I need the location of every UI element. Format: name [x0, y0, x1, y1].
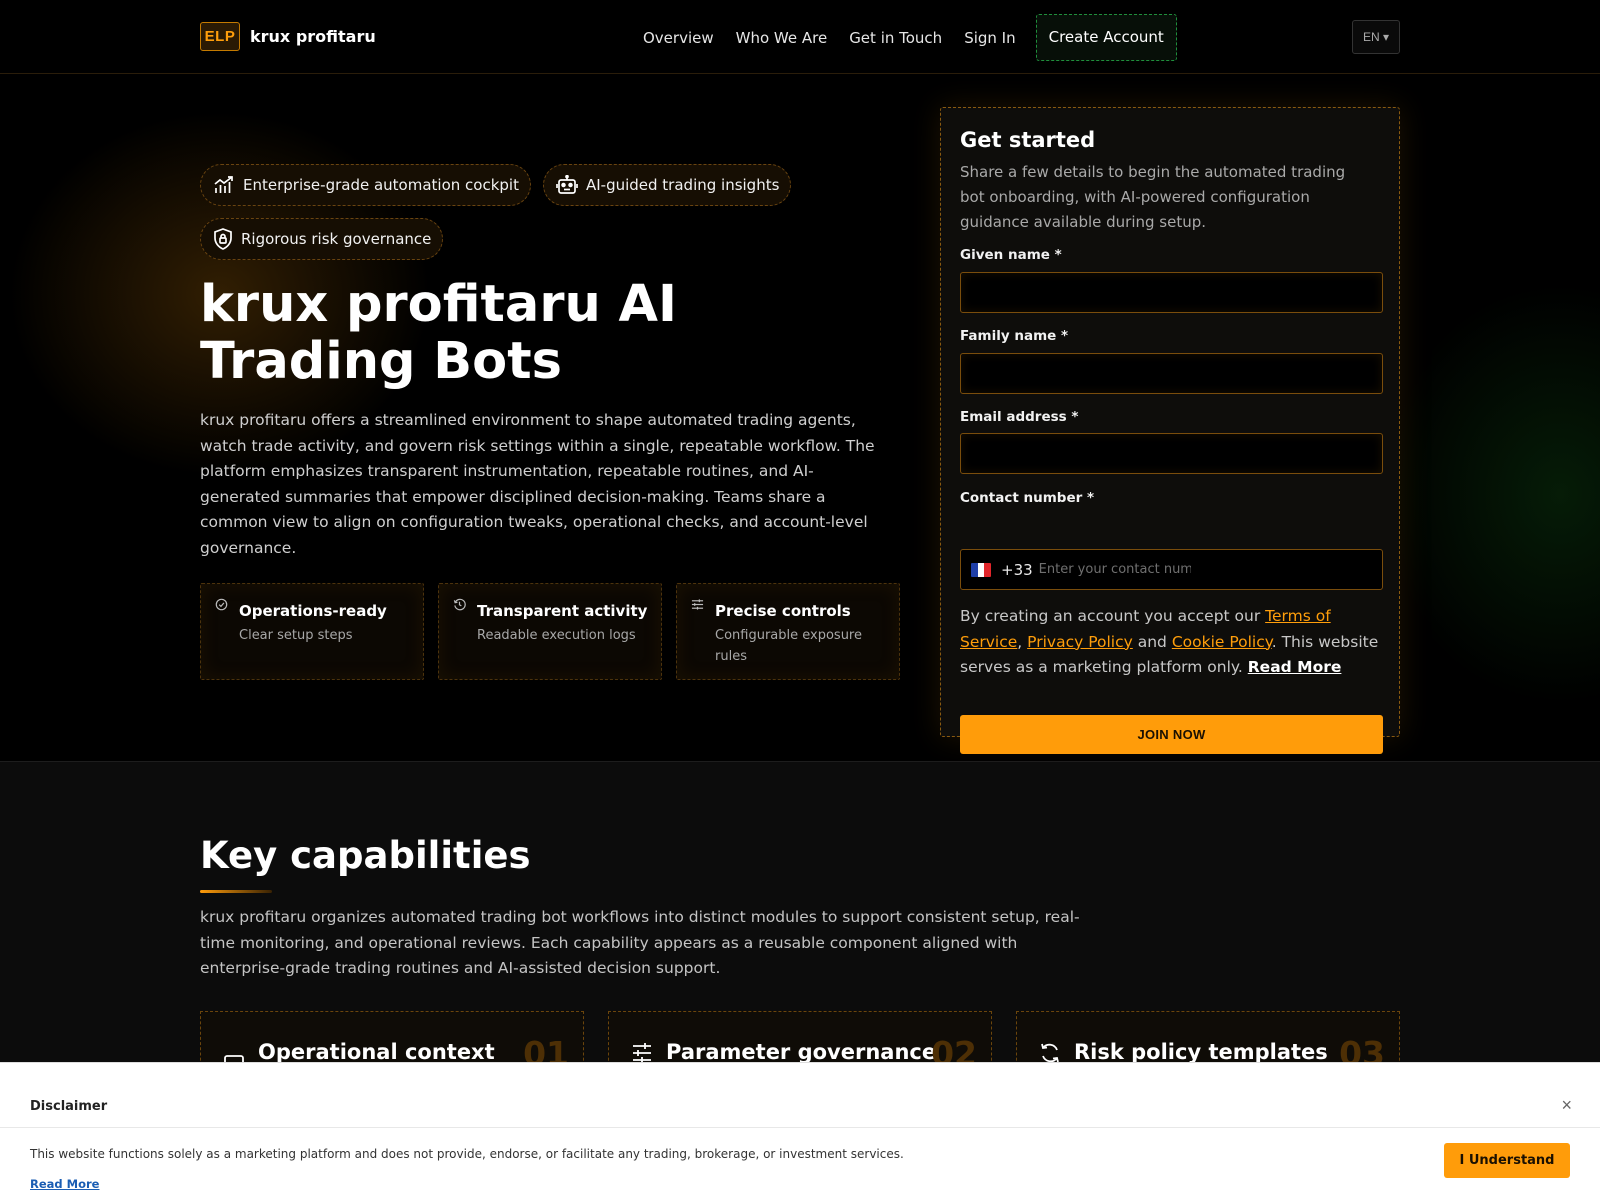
close-icon[interactable]: × — [1561, 1095, 1572, 1115]
feature-title: Operations-ready — [239, 602, 387, 620]
email-label: Email address * — [960, 409, 1079, 425]
nav-get-in-touch[interactable]: Get in Touch — [838, 15, 953, 61]
pill-automation: Enterprise-grade automation cockpit — [200, 164, 531, 206]
nav-who-we-are[interactable]: Who We Are — [725, 15, 839, 61]
given-name-input[interactable] — [960, 272, 1383, 313]
shield-lock-icon — [213, 228, 233, 250]
feature-transparent-activity: Transparent activity Readable execution … — [438, 583, 662, 680]
capability-title: Parameter governance — [666, 1040, 937, 1064]
join-now-button[interactable]: JOIN NOW — [960, 715, 1383, 754]
feature-title: Transparent activity — [477, 602, 648, 620]
form-title: Get started — [960, 128, 1096, 152]
disclaimer-text: This website functions solely as a marke… — [30, 1147, 904, 1161]
feature-operations-ready: Operations-ready Clear setup steps — [200, 583, 424, 680]
terms-separator: and — [1132, 632, 1172, 651]
hero-pills: Enterprise-grade automation cockpit AI-g… — [200, 164, 800, 260]
pill-ai-insights-label: AI-guided trading insights — [585, 176, 780, 194]
disclaimer-header: Disclaimer × — [0, 1085, 1600, 1128]
given-name-label: Given name * — [960, 247, 1062, 263]
email-input[interactable] — [960, 433, 1383, 474]
feature-precise-controls: Precise controls Configurable exposure r… — [676, 583, 900, 680]
feature-title: Precise controls — [715, 602, 851, 620]
hero-description: krux profitaru offers a streamlined envi… — [200, 411, 875, 557]
logo[interactable]: ELP krux profitaru — [200, 22, 376, 51]
disclaimer-read-more-link[interactable]: Read More — [30, 1177, 99, 1191]
contact-number-input[interactable] — [1038, 554, 1191, 585]
capabilities-title: Key capabilities — [200, 834, 531, 877]
feature-subtitle: Configurable exposure rules — [715, 628, 862, 664]
sliders-icon — [631, 1042, 653, 1064]
header-inner: ELP krux profitaru Overview Who We Are G… — [200, 0, 1400, 74]
family-name-label: Family name * — [960, 328, 1069, 344]
cookie-policy-link[interactable]: Cookie Policy — [1172, 633, 1272, 651]
feature-cards: Operations-ready Clear setup steps Trans… — [200, 583, 900, 680]
brand-name: krux profitaru — [250, 27, 376, 46]
site-header: ELP krux profitaru Overview Who We Are G… — [0, 0, 1600, 74]
create-account-button[interactable]: Create Account — [1035, 14, 1177, 61]
disclaimer-title: Disclaimer — [30, 1099, 108, 1114]
feature-subtitle: Readable execution logs — [477, 628, 636, 643]
history-icon — [453, 598, 466, 611]
nav-sign-in[interactable]: Sign In — [953, 15, 1026, 61]
disclaimer-banner: Disclaimer × This website functions sole… — [0, 1062, 1600, 1200]
i-understand-button[interactable]: I Understand — [1444, 1143, 1570, 1178]
language-selector[interactable]: EN ▾ — [1352, 20, 1400, 54]
contact-number-label: Contact number * — [960, 490, 1095, 506]
terms-text: By creating an account you accept our Te… — [960, 604, 1380, 681]
capability-title: Risk policy templates — [1074, 1040, 1328, 1064]
capabilities-description: krux profitaru organizes automated tradi… — [200, 908, 1080, 977]
chart-growth-icon — [213, 175, 235, 195]
capability-title: Operational context — [258, 1040, 495, 1064]
form-description: Share a few details to begin the automat… — [960, 163, 1346, 231]
robot-icon — [556, 175, 578, 195]
signup-form: Get started Share a few details to begin… — [940, 107, 1400, 754]
capabilities-section: Key capabilities krux profitaru organize… — [0, 762, 1600, 1071]
terms-prefix: By creating an account you accept our — [960, 607, 1266, 625]
terms-separator: , — [1017, 632, 1028, 651]
main-nav: Overview Who We Are Get in Touch Sign In… — [632, 14, 1177, 61]
hero-title: krux profitaru AI Trading Bots — [200, 275, 677, 391]
sliders-icon — [691, 598, 704, 611]
title-underline — [200, 890, 272, 893]
pill-risk-governance: Rigorous risk governance — [200, 218, 444, 260]
monitor-icon — [223, 1042, 245, 1064]
pill-ai-insights: AI-guided trading insights — [542, 164, 792, 206]
check-circle-icon — [215, 598, 228, 611]
country-code[interactable]: +33 — [1001, 561, 1033, 579]
feature-subtitle: Clear setup steps — [239, 628, 353, 643]
privacy-policy-link[interactable]: Privacy Policy — [1027, 633, 1133, 651]
phone-field: +33 — [960, 549, 1383, 590]
pill-risk-governance-label: Rigorous risk governance — [241, 230, 432, 248]
pill-automation-label: Enterprise-grade automation cockpit — [243, 176, 519, 194]
hero-section: Enterprise-grade automation cockpit AI-g… — [0, 74, 1600, 762]
nav-overview[interactable]: Overview — [632, 15, 725, 61]
refresh-icon — [1039, 1042, 1061, 1064]
read-more-link[interactable]: Read More — [1248, 658, 1342, 676]
france-flag-icon[interactable] — [971, 562, 991, 577]
family-name-input[interactable] — [960, 353, 1383, 394]
logo-badge: ELP — [200, 22, 240, 51]
